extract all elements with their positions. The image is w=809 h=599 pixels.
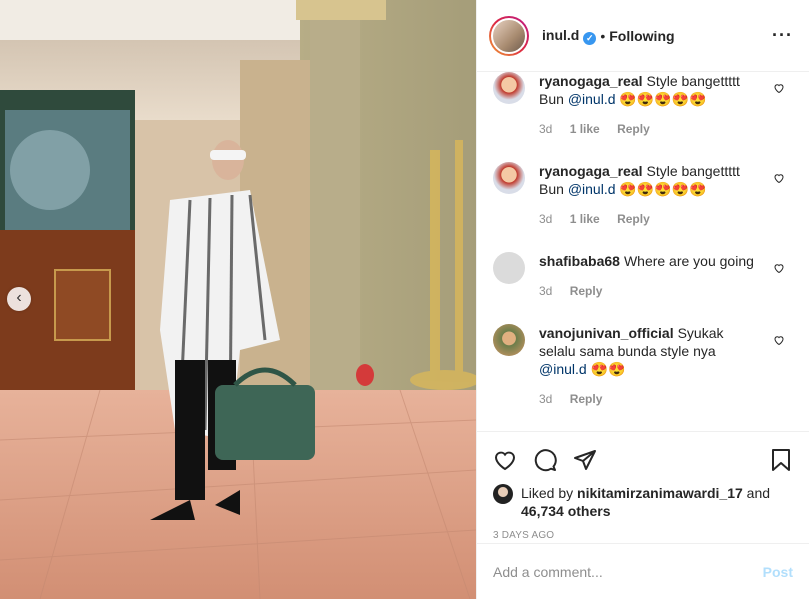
comment-mention[interactable]: @inul.d <box>539 361 587 377</box>
reply-button[interactable]: Reply <box>617 212 650 226</box>
more-options-icon[interactable]: ··· <box>772 25 793 46</box>
comment-heart-icon[interactable] <box>773 82 785 94</box>
commenter-avatar[interactable] <box>493 324 525 356</box>
verified-badge-icon: ✓ <box>583 31 597 45</box>
photo-illustration <box>0 0 476 599</box>
comment-likes[interactable]: 1 like <box>570 212 600 226</box>
comment-time[interactable]: 3d <box>539 212 552 226</box>
comment-username[interactable]: shafibaba68 <box>539 253 620 269</box>
comment-item: ryanogaga_real Style bangettttt Bun @inul… <box>493 162 793 226</box>
carousel-prev-button[interactable]: ‹ <box>7 287 31 311</box>
username-label[interactable]: inul.d <box>542 27 579 43</box>
comment-emoji: 😍😍😍😍😍 <box>615 181 707 197</box>
comment-text: ryanogaga_real Style bangettttt Bun @inul… <box>539 72 761 108</box>
post-side-panel: inul.d ✓ • Following ··· ryanogaga_real St… <box>476 0 809 599</box>
likes-prefix: Liked by <box>521 485 578 501</box>
post-header: inul.d ✓ • Following ··· <box>477 0 809 72</box>
comment-meta: 3d Reply <box>539 284 761 298</box>
post-photo[interactable]: ‹ <box>0 0 476 599</box>
commenter-avatar[interactable] <box>493 72 525 104</box>
commenter-avatar[interactable] <box>493 162 525 194</box>
comment-heart-icon[interactable] <box>773 262 785 274</box>
post-username[interactable]: inul.d ✓ <box>542 27 597 45</box>
comment-username[interactable]: vanojunivan_official <box>539 325 674 341</box>
comment-item: vanojunivan_official Syukak selalu sama b… <box>493 324 793 406</box>
add-comment-bar: Post <box>477 543 809 599</box>
post-date[interactable]: 3 DAYS AGO <box>493 530 793 541</box>
action-bar <box>493 440 793 480</box>
share-paper-plane-icon[interactable] <box>573 448 597 472</box>
reply-button[interactable]: Reply <box>617 122 650 136</box>
comment-body: Where are you going <box>623 253 754 269</box>
comment-item: shafibaba68 Where are you going 3d Reply <box>493 252 793 298</box>
comment-emoji: 😍😍 <box>586 361 626 377</box>
likes-text: Liked by nikitamirzanimawardi_17 and 46,… <box>521 484 770 520</box>
comment-mention[interactable]: @inul.d <box>568 181 616 197</box>
likes-count[interactable]: 46,734 others <box>521 503 611 519</box>
comment-meta: 3d 1 like Reply <box>539 122 761 136</box>
comment-input[interactable] <box>493 563 763 580</box>
post-comment-button[interactable]: Post <box>763 564 793 580</box>
comment-heart-icon[interactable] <box>773 334 785 346</box>
comment-text: shafibaba68 Where are you going <box>539 252 761 270</box>
comment-time[interactable]: 3d <box>539 392 552 406</box>
story-ring[interactable] <box>489 15 529 56</box>
liker-username[interactable]: nikitamirzanimawardi_17 <box>577 485 743 501</box>
comment-bubble-icon[interactable] <box>533 448 557 472</box>
avatar <box>491 17 527 54</box>
comment-username[interactable]: ryanogaga_real <box>539 73 643 89</box>
comment-time[interactable]: 3d <box>539 284 552 298</box>
reply-button[interactable]: Reply <box>570 284 603 298</box>
separator-dot: • <box>600 27 606 44</box>
comment-mention[interactable]: @inul.d <box>568 91 616 107</box>
comment-heart-icon[interactable] <box>773 172 785 184</box>
likes-summary: Liked by nikitamirzanimawardi_17 and 46,… <box>493 484 793 520</box>
reply-button[interactable]: Reply <box>570 392 603 406</box>
commenter-avatar[interactable] <box>493 252 525 284</box>
chevron-left-icon: ‹ <box>16 289 22 306</box>
comment-emoji: 😍😍😍😍😍 <box>615 91 707 107</box>
comment-text: ryanogaga_real Style bangettttt Bun @inul… <box>539 162 761 198</box>
comment-meta: 3d 1 like Reply <box>539 212 761 226</box>
comment-item: ryanogaga_real Style bangettttt Bun @inul… <box>493 72 793 136</box>
like-heart-icon[interactable] <box>493 448 517 472</box>
liker-avatar[interactable] <box>493 484 513 504</box>
following-button[interactable]: Following <box>609 28 674 44</box>
post-actions: Liked by nikitamirzanimawardi_17 and 46,… <box>477 431 809 541</box>
bookmark-icon[interactable] <box>769 448 793 472</box>
comment-likes[interactable]: 1 like <box>570 122 600 136</box>
comment-meta: 3d Reply <box>539 392 761 406</box>
comment-text: vanojunivan_official Syukak selalu sama b… <box>539 324 761 378</box>
comments-list[interactable]: ryanogaga_real Style bangettttt Bun @inul… <box>477 72 809 431</box>
comment-username[interactable]: ryanogaga_real <box>539 163 643 179</box>
likes-and: and <box>742 485 771 501</box>
comment-time[interactable]: 3d <box>539 122 552 136</box>
